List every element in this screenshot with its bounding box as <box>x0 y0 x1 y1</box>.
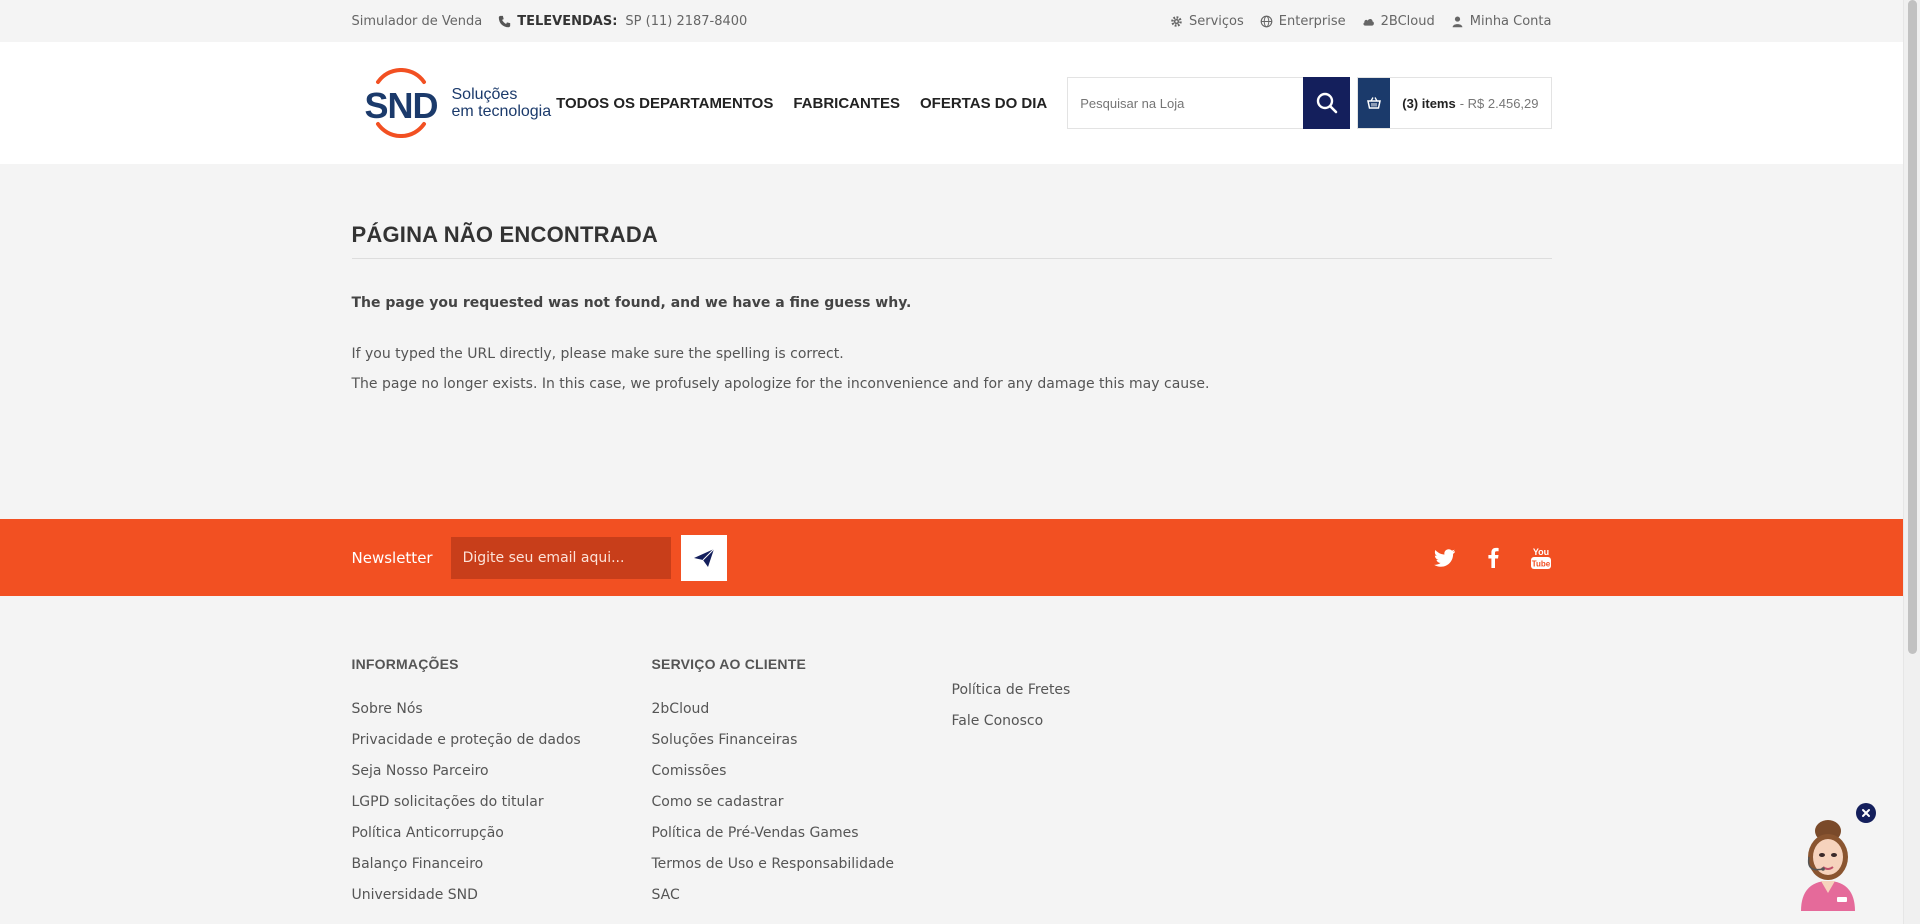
footer-link[interactable]: Soluções Financeiras <box>652 725 952 756</box>
globe-icon <box>1260 15 1273 27</box>
page: Simulador de Venda TELEVENDAS: SP (11) 2… <box>0 0 1903 924</box>
paper-plane-icon <box>693 548 714 567</box>
newsletter-label: Newsletter <box>351 548 433 567</box>
main-content: PÁGINA NÃO ENCONTRADA The page you reque… <box>0 164 1903 519</box>
footer-link[interactable]: Política de Pré-Vendas Games <box>652 818 952 849</box>
footer-link[interactable]: Seja Nosso Parceiro <box>352 756 652 787</box>
footer-link[interactable]: Balanço Financeiro <box>352 849 652 880</box>
footer-link[interactable]: Como se cadastrar <box>652 787 952 818</box>
user-icon <box>1452 15 1463 27</box>
mini-cart[interactable]: (3) items - R$ 2.456,29 <box>1357 77 1552 129</box>
nav-manufacturers[interactable]: FABRICANTES <box>793 95 900 112</box>
footer-link[interactable]: Comissões <box>652 756 952 787</box>
search-icon <box>1316 92 1338 114</box>
logo-tagline-line1: Soluções <box>451 86 518 103</box>
facebook-icon[interactable] <box>1482 547 1504 569</box>
enterprise-link[interactable]: Enterprise <box>1260 14 1346 29</box>
cart-total: - R$ 2.456,29 <box>1459 95 1539 111</box>
logo-tagline: Soluções em tecnologia <box>452 86 552 120</box>
footer-col-service: SERVIÇO AO CLIENTE 2bCloud Soluções Fina… <box>652 656 952 911</box>
footer-link[interactable]: SAC <box>652 880 952 911</box>
logo[interactable]: SND Soluções em tecnologia <box>352 68 557 138</box>
search-box <box>1067 77 1351 129</box>
chat-assistant-avatar[interactable] <box>1793 817 1863 911</box>
gear-icon <box>1171 15 1182 27</box>
footer-col-extra: Política de Fretes Fale Conosco <box>952 656 1252 911</box>
phone-number: SP (11) 2187-8400 <box>625 13 748 29</box>
servicos-link[interactable]: Serviços <box>1170 14 1244 29</box>
cloud-label: 2BCloud <box>1380 13 1435 29</box>
header: SND Soluções em tecnologia TODOS OS DEPA… <box>0 42 1903 164</box>
footer-link[interactable]: Universidade SND <box>352 880 652 911</box>
newsletter-bar: Newsletter Digite seu email aqui... You T… <box>0 519 1903 596</box>
footer-col-info-title: INFORMAÇÕES <box>351 656 459 672</box>
footer-link[interactable]: Termos de Uso e Responsabilidade <box>652 849 952 880</box>
enterprise-label: Enterprise <box>1278 13 1346 29</box>
error-paragraph-2: The page no longer exists. In this case,… <box>351 376 1210 392</box>
footer-col-info: INFORMAÇÕES Sobre Nós Privacidade e prot… <box>352 656 652 911</box>
page-scrollbar[interactable] <box>1903 0 1920 924</box>
twitter-icon[interactable] <box>1434 547 1456 569</box>
account-label: Minha Conta <box>1469 13 1552 29</box>
newsletter-submit-button[interactable] <box>680 534 727 581</box>
search-button[interactable] <box>1303 77 1351 129</box>
footer-link[interactable]: Sobre Nós <box>352 694 652 725</box>
footer-link[interactable]: LGPD solicitações do titular <box>352 787 652 818</box>
top-bar: Simulador de Venda TELEVENDAS: SP (11) 2… <box>0 0 1903 42</box>
svg-text:You: You <box>1532 547 1548 557</box>
scrollbar-thumb[interactable] <box>1908 0 1917 654</box>
cloud-icon <box>1363 18 1374 26</box>
social-links: You Tube <box>1408 547 1552 569</box>
account-link[interactable]: Minha Conta <box>1451 14 1552 29</box>
footer-link[interactable]: Política Anticorrupção <box>352 818 652 849</box>
logo-mark: SND <box>364 68 438 138</box>
footer-link[interactable]: 2bCloud <box>652 694 952 725</box>
search-input[interactable] <box>1067 77 1304 129</box>
error-paragraph-1: If you typed the URL directly, please ma… <box>351 346 844 362</box>
phone-label: TELEVENDAS: <box>517 13 618 29</box>
svg-text:Tube: Tube <box>1531 559 1550 568</box>
youtube-icon[interactable]: You Tube <box>1530 547 1552 569</box>
cart-summary: (3) items - R$ 2.456,29 <box>1390 78 1550 128</box>
cloud-link[interactable]: 2BCloud <box>1362 14 1435 29</box>
phone-info: TELEVENDAS: SP (11) 2187-8400 <box>498 14 747 29</box>
footer-link[interactable]: Fale Conosco <box>952 706 1252 737</box>
error-lead: The page you requested was not found, an… <box>351 295 912 311</box>
nav-all-departments[interactable]: TODOS OS DEPARTAMENTOS <box>556 95 773 112</box>
basket-icon <box>1358 78 1391 128</box>
footer-link[interactable]: Privacidade e proteção de dados <box>352 725 652 756</box>
simulator-link[interactable]: Simulador de Venda <box>352 14 483 29</box>
footer: INFORMAÇÕES Sobre Nós Privacidade e prot… <box>0 596 1903 911</box>
main-nav: TODOS OS DEPARTAMENTOS FABRICANTES OFERT… <box>556 95 1067 112</box>
footer-col-service-title: SERVIÇO AO CLIENTE <box>651 656 807 672</box>
logo-tagline-line2: em tecnologia <box>451 103 552 120</box>
phone-icon <box>499 15 511 27</box>
footer-link[interactable]: Política de Fretes <box>952 675 1252 706</box>
nav-daily-offers[interactable]: OFERTAS DO DIA <box>920 95 1047 112</box>
page-title: PÁGINA NÃO ENCONTRADA <box>351 222 1552 259</box>
newsletter-email-input[interactable]: Digite seu email aqui... <box>450 536 671 579</box>
servicos-label: Serviços <box>1188 13 1244 29</box>
cart-items-count: (3) items <box>1402 95 1456 111</box>
logo-text: SND <box>364 85 437 126</box>
